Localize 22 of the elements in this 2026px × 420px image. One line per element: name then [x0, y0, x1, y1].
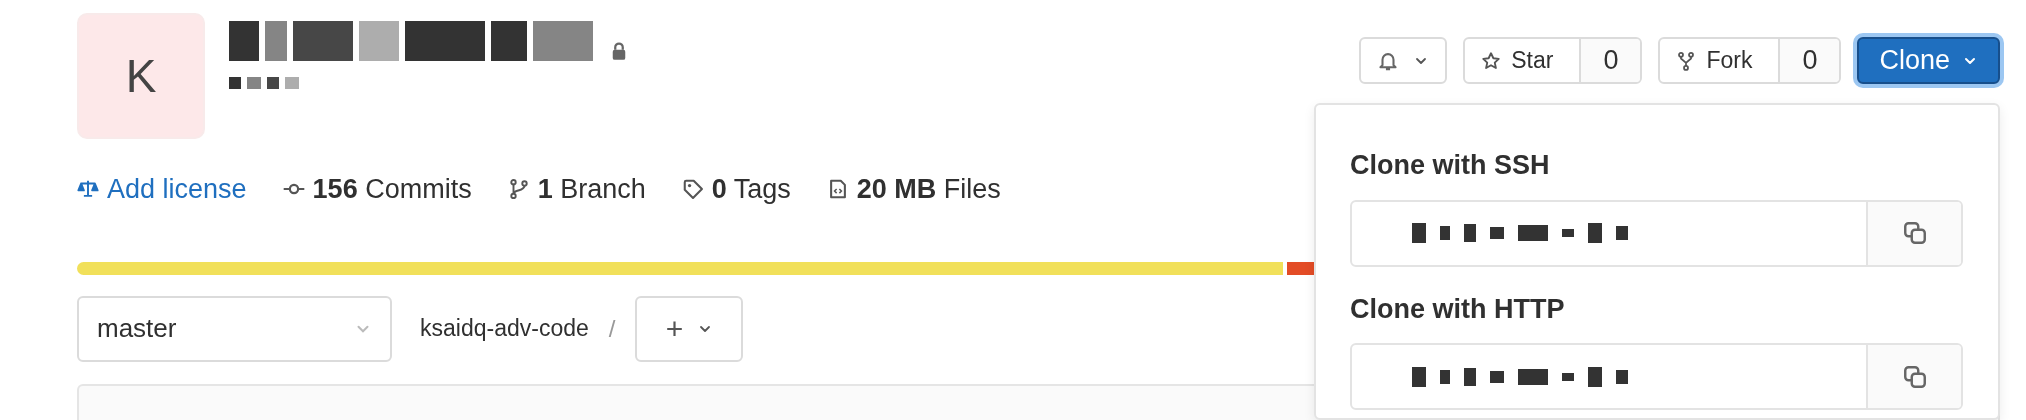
star-count[interactable]: 0: [1579, 39, 1641, 82]
fork-button[interactable]: Fork: [1660, 39, 1769, 82]
star-button[interactable]: Star: [1465, 39, 1570, 82]
branch-select[interactable]: master: [77, 295, 392, 362]
fork-icon: [1676, 49, 1697, 72]
tag-icon: [681, 178, 704, 201]
breadcrumb-separator: /: [608, 313, 616, 344]
stat-link[interactable]: 1 Branch: [537, 169, 646, 210]
stat-link[interactable]: 156 Commits: [312, 169, 472, 210]
project-avatar: K: [77, 13, 205, 139]
add-button[interactable]: +: [635, 295, 744, 362]
star-icon: [1481, 50, 1502, 71]
branch-icon: [507, 178, 530, 201]
section-heading: Clone with SSH: [1350, 149, 1551, 182]
notification-button[interactable]: [1359, 37, 1448, 84]
stat-link[interactable]: 0 Tags: [711, 169, 791, 210]
redacted-subtitle: [229, 77, 299, 89]
breadcrumb-link[interactable]: ksaidq-adv-code: [420, 311, 589, 346]
stat-link[interactable]: 20 MB Files: [856, 169, 1001, 210]
section-heading: Clone with HTTP: [1350, 292, 1566, 326]
fork-count[interactable]: 0: [1778, 39, 1840, 82]
add-license-link[interactable]: Add license: [107, 169, 247, 210]
